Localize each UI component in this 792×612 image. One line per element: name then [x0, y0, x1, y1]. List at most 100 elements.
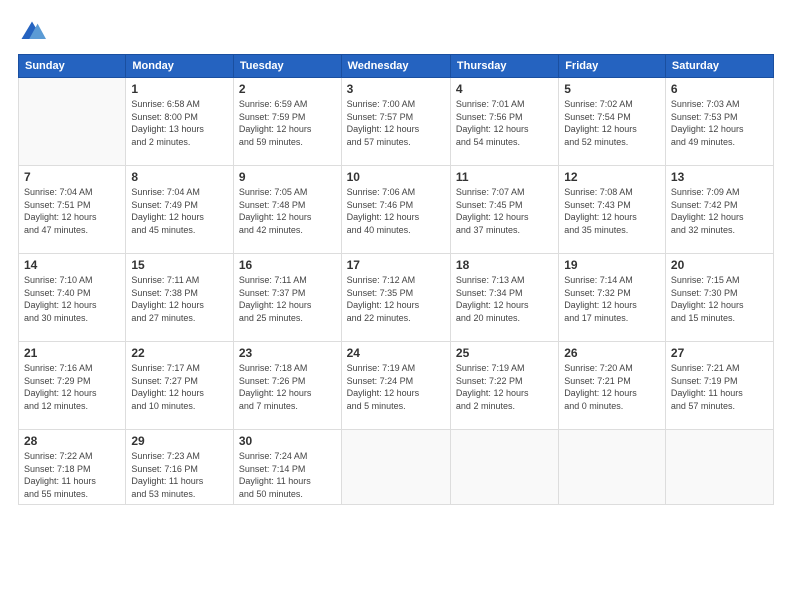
day-number: 8	[131, 170, 228, 184]
day-info: Sunrise: 6:59 AM Sunset: 7:59 PM Dayligh…	[239, 98, 336, 148]
calendar-cell: 13 Sunrise: 7:09 AM Sunset: 7:42 PM Dayli…	[665, 166, 773, 254]
day-number: 25	[456, 346, 553, 360]
day-info: Sunrise: 7:19 AM Sunset: 7:22 PM Dayligh…	[456, 362, 553, 412]
day-info: Sunrise: 7:04 AM Sunset: 7:49 PM Dayligh…	[131, 186, 228, 236]
day-info: Sunrise: 7:21 AM Sunset: 7:19 PM Dayligh…	[671, 362, 768, 412]
day-number: 18	[456, 258, 553, 272]
day-info: Sunrise: 7:14 AM Sunset: 7:32 PM Dayligh…	[564, 274, 660, 324]
calendar-header-monday: Monday	[126, 55, 234, 78]
day-info: Sunrise: 7:11 AM Sunset: 7:37 PM Dayligh…	[239, 274, 336, 324]
calendar-cell: 17 Sunrise: 7:12 AM Sunset: 7:35 PM Dayli…	[341, 254, 450, 342]
day-number: 11	[456, 170, 553, 184]
day-number: 21	[24, 346, 120, 360]
day-info: Sunrise: 7:09 AM Sunset: 7:42 PM Dayligh…	[671, 186, 768, 236]
day-info: Sunrise: 7:19 AM Sunset: 7:24 PM Dayligh…	[347, 362, 445, 412]
day-number: 7	[24, 170, 120, 184]
day-info: Sunrise: 7:11 AM Sunset: 7:38 PM Dayligh…	[131, 274, 228, 324]
calendar-header-sunday: Sunday	[19, 55, 126, 78]
calendar-cell: 2 Sunrise: 6:59 AM Sunset: 7:59 PM Daylig…	[233, 78, 341, 166]
calendar-cell: 26Sunrise: 7:20 AM Sunset: 7:21 PM Dayli…	[559, 342, 666, 430]
calendar-cell: 3 Sunrise: 7:00 AM Sunset: 7:57 PM Daylig…	[341, 78, 450, 166]
calendar-cell: 5 Sunrise: 7:02 AM Sunset: 7:54 PM Daylig…	[559, 78, 666, 166]
logo	[18, 18, 50, 46]
calendar-cell: 7 Sunrise: 7:04 AM Sunset: 7:51 PM Daylig…	[19, 166, 126, 254]
calendar-cell	[341, 430, 450, 505]
day-info: Sunrise: 7:12 AM Sunset: 7:35 PM Dayligh…	[347, 274, 445, 324]
calendar-cell: 27 Sunrise: 7:21 AM Sunset: 7:19 PM Dayli…	[665, 342, 773, 430]
calendar-header-friday: Friday	[559, 55, 666, 78]
day-number: 5	[564, 82, 660, 96]
header	[18, 18, 774, 46]
day-info: Sunrise: 7:04 AM Sunset: 7:51 PM Dayligh…	[24, 186, 120, 236]
calendar-cell	[559, 430, 666, 505]
day-info: Sunrise: 7:03 AM Sunset: 7:53 PM Dayligh…	[671, 98, 768, 148]
day-info: Sunrise: 7:23 AM Sunset: 7:16 PM Dayligh…	[131, 450, 228, 500]
day-info: Sunrise: 7:00 AM Sunset: 7:57 PM Dayligh…	[347, 98, 445, 148]
calendar-cell: 4 Sunrise: 7:01 AM Sunset: 7:56 PM Daylig…	[450, 78, 558, 166]
calendar-header-tuesday: Tuesday	[233, 55, 341, 78]
page: SundayMondayTuesdayWednesdayThursdayFrid…	[0, 0, 792, 612]
calendar-cell: 9 Sunrise: 7:05 AM Sunset: 7:48 PM Daylig…	[233, 166, 341, 254]
calendar-cell: 10 Sunrise: 7:06 AM Sunset: 7:46 PM Dayli…	[341, 166, 450, 254]
day-number: 13	[671, 170, 768, 184]
day-info: Sunrise: 7:17 AM Sunset: 7:27 PM Dayligh…	[131, 362, 228, 412]
day-number: 4	[456, 82, 553, 96]
day-number: 6	[671, 82, 768, 96]
day-info: Sunrise: 7:15 AM Sunset: 7:30 PM Dayligh…	[671, 274, 768, 324]
day-number: 19	[564, 258, 660, 272]
calendar-week-5: 28 Sunrise: 7:22 AM Sunset: 7:18 PM Dayli…	[19, 430, 774, 505]
calendar-cell	[665, 430, 773, 505]
calendar-week-1: 1Sunrise: 6:58 AM Sunset: 8:00 PM Daylig…	[19, 78, 774, 166]
day-info: Sunrise: 7:18 AM Sunset: 7:26 PM Dayligh…	[239, 362, 336, 412]
calendar-week-2: 7 Sunrise: 7:04 AM Sunset: 7:51 PM Daylig…	[19, 166, 774, 254]
calendar-cell: 6 Sunrise: 7:03 AM Sunset: 7:53 PM Daylig…	[665, 78, 773, 166]
day-number: 2	[239, 82, 336, 96]
day-number: 17	[347, 258, 445, 272]
calendar-cell: 30 Sunrise: 7:24 AM Sunset: 7:14 PM Dayli…	[233, 430, 341, 505]
day-number: 10	[347, 170, 445, 184]
calendar-cell	[19, 78, 126, 166]
calendar-cell: 8 Sunrise: 7:04 AM Sunset: 7:49 PM Daylig…	[126, 166, 234, 254]
day-number: 30	[239, 434, 336, 448]
day-info: Sunrise: 7:01 AM Sunset: 7:56 PM Dayligh…	[456, 98, 553, 148]
calendar-cell: 19 Sunrise: 7:14 AM Sunset: 7:32 PM Dayli…	[559, 254, 666, 342]
day-info: Sunrise: 7:24 AM Sunset: 7:14 PM Dayligh…	[239, 450, 336, 500]
calendar-cell: 25 Sunrise: 7:19 AM Sunset: 7:22 PM Dayli…	[450, 342, 558, 430]
calendar-cell: 16 Sunrise: 7:11 AM Sunset: 7:37 PM Dayli…	[233, 254, 341, 342]
calendar-cell: 20 Sunrise: 7:15 AM Sunset: 7:30 PM Dayli…	[665, 254, 773, 342]
calendar-cell: 1Sunrise: 6:58 AM Sunset: 8:00 PM Daylig…	[126, 78, 234, 166]
calendar-cell: 24Sunrise: 7:19 AM Sunset: 7:24 PM Dayli…	[341, 342, 450, 430]
day-number: 14	[24, 258, 120, 272]
day-info: Sunrise: 7:20 AM Sunset: 7:21 PM Dayligh…	[564, 362, 660, 412]
day-number: 23	[239, 346, 336, 360]
day-number: 3	[347, 82, 445, 96]
calendar-cell: 22 Sunrise: 7:17 AM Sunset: 7:27 PM Dayli…	[126, 342, 234, 430]
calendar-cell	[450, 430, 558, 505]
calendar-header-wednesday: Wednesday	[341, 55, 450, 78]
day-info: Sunrise: 7:08 AM Sunset: 7:43 PM Dayligh…	[564, 186, 660, 236]
day-info: Sunrise: 7:02 AM Sunset: 7:54 PM Dayligh…	[564, 98, 660, 148]
calendar-cell: 15Sunrise: 7:11 AM Sunset: 7:38 PM Dayli…	[126, 254, 234, 342]
day-info: Sunrise: 7:22 AM Sunset: 7:18 PM Dayligh…	[24, 450, 120, 500]
day-number: 29	[131, 434, 228, 448]
day-info: Sunrise: 7:10 AM Sunset: 7:40 PM Dayligh…	[24, 274, 120, 324]
calendar-cell: 12Sunrise: 7:08 AM Sunset: 7:43 PM Dayli…	[559, 166, 666, 254]
calendar: SundayMondayTuesdayWednesdayThursdayFrid…	[18, 54, 774, 505]
calendar-week-3: 14 Sunrise: 7:10 AM Sunset: 7:40 PM Dayli…	[19, 254, 774, 342]
calendar-cell: 29 Sunrise: 7:23 AM Sunset: 7:16 PM Dayli…	[126, 430, 234, 505]
logo-icon	[18, 18, 46, 46]
calendar-week-4: 21Sunrise: 7:16 AM Sunset: 7:29 PM Dayli…	[19, 342, 774, 430]
day-number: 22	[131, 346, 228, 360]
day-number: 16	[239, 258, 336, 272]
day-number: 9	[239, 170, 336, 184]
calendar-cell: 21Sunrise: 7:16 AM Sunset: 7:29 PM Dayli…	[19, 342, 126, 430]
day-number: 20	[671, 258, 768, 272]
calendar-cell: 23 Sunrise: 7:18 AM Sunset: 7:26 PM Dayli…	[233, 342, 341, 430]
day-info: Sunrise: 7:06 AM Sunset: 7:46 PM Dayligh…	[347, 186, 445, 236]
day-info: Sunrise: 7:13 AM Sunset: 7:34 PM Dayligh…	[456, 274, 553, 324]
day-number: 28	[24, 434, 120, 448]
calendar-cell: 18 Sunrise: 7:13 AM Sunset: 7:34 PM Dayli…	[450, 254, 558, 342]
day-info: Sunrise: 7:05 AM Sunset: 7:48 PM Dayligh…	[239, 186, 336, 236]
day-number: 27	[671, 346, 768, 360]
calendar-cell: 11Sunrise: 7:07 AM Sunset: 7:45 PM Dayli…	[450, 166, 558, 254]
